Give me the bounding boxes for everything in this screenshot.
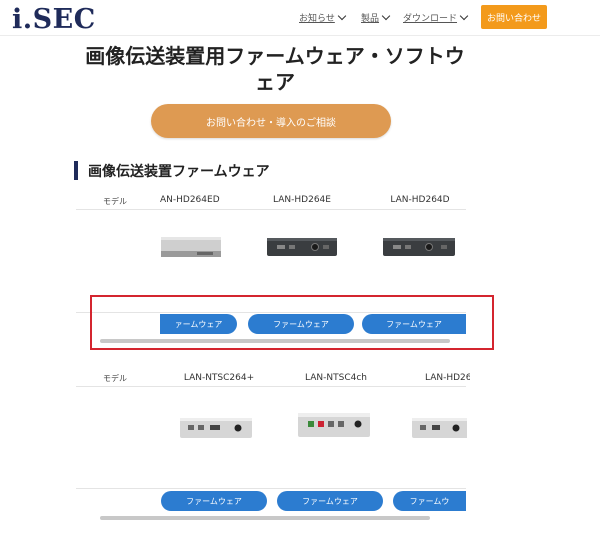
section-accent-bar [74,161,78,180]
site-logo[interactable]: i.SEC [12,4,96,35]
nav-download-label: ダウンロード [403,14,458,24]
highlight-box [90,295,494,350]
model-name-an-hd264ed: AN-HD264ED [160,195,220,205]
product-image-lan-ntsc4ch [298,413,370,437]
firmware-button-lan-ntsc264plus[interactable]: ファームウェア [161,491,267,511]
header-divider [0,35,600,36]
product-image-lan-hd264e [267,238,337,256]
model-name-lan-hd264d: LAN-HD264D [390,195,450,205]
product-image-lan-hd264d [383,238,455,256]
nav-products[interactable]: 製品 [361,11,391,24]
chevron-down-icon [381,11,391,21]
page-title: 画像伝送装置用ファームウェア・ソフトウェア [85,44,465,94]
model-name-lan-ntsc264plus: LAN-NTSC264+ [183,373,255,383]
header-contact-button[interactable]: お問い合わせ [481,5,547,29]
table-divider [76,488,466,489]
nav-news-label: お知らせ [299,14,335,24]
consult-button[interactable]: お問い合わせ・導入のご相談 [151,104,391,138]
product-image-an-hd264ed [161,237,221,257]
horizontal-scrollbar[interactable] [100,516,430,520]
section-title: 画像伝送装置ファームウェア [88,164,270,180]
nav-news[interactable]: お知らせ [299,11,347,24]
nav-products-label: 製品 [361,14,380,24]
chevron-down-icon [337,11,347,21]
product-image-lan-hd26 [412,418,467,438]
model-name-lan-hd26: LAN-HD26 [425,373,470,383]
firmware-button-lan-ntsc4ch[interactable]: ファームウェア [277,491,383,511]
nav-download[interactable]: ダウンロード [403,11,469,24]
model-name-lan-ntsc4ch: LAN-NTSC4ch [305,373,367,383]
table-divider [76,386,466,387]
firmware-button-lan-hd26[interactable]: ファームウ [393,491,466,511]
chevron-down-icon [459,11,469,21]
model-column-label: モデル [103,374,127,383]
model-column-label: モデル [103,197,127,206]
model-name-lan-hd264e: LAN-HD264E [273,195,331,205]
product-image-lan-ntsc264plus [180,418,252,438]
table-divider [76,209,466,210]
